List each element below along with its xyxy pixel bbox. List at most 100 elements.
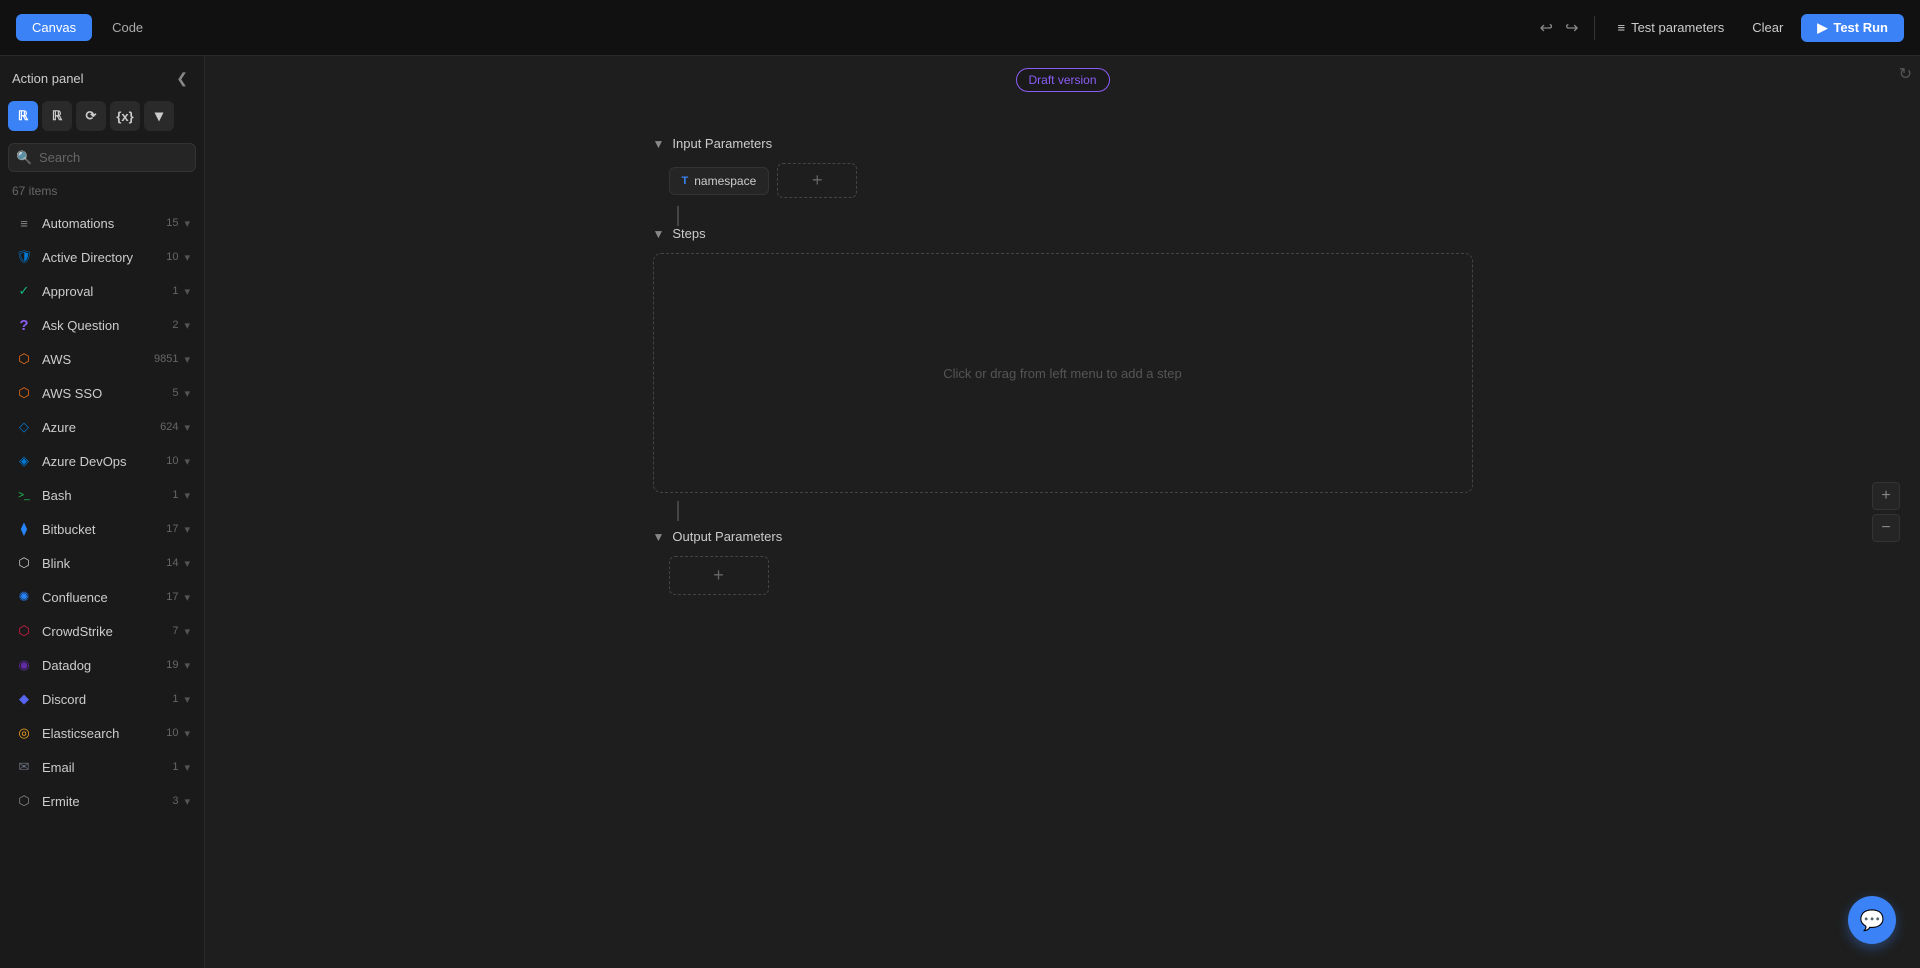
tool-icon-3[interactable]: ⟳ — [76, 101, 106, 131]
sidebar-item-azure-devops[interactable]: ◈ Azure DevOps 10 ▾ — [4, 444, 200, 478]
main-layout: Action panel ❮ ℝ ℝ ⟳ {x} ▾ 🔍 67 items ≡ … — [0, 56, 1920, 968]
connector-line-2 — [677, 501, 679, 521]
approval-icon: ✓ — [14, 281, 34, 301]
sidebar-item-discord[interactable]: ◆ Discord 1 ▾ — [4, 682, 200, 716]
chevron-icon: ▾ — [184, 421, 190, 434]
datadog-icon: ◉ — [14, 655, 34, 675]
sidebar-item-active-directory[interactable]: 🛡 Active Directory 10 ▾ — [4, 240, 200, 274]
chat-icon: 💬 — [1860, 908, 1885, 933]
collapse-sidebar-button[interactable]: ❮ — [172, 68, 192, 89]
tool-icon-1[interactable]: ℝ — [8, 101, 38, 131]
sidebar-item-azure[interactable]: ◇ Azure 624 ▾ — [4, 410, 200, 444]
sidebar-item-bash[interactable]: >_ Bash 1 ▾ — [4, 478, 200, 512]
namespace-param-chip: T namespace — [669, 167, 770, 195]
input-parameters-section: ▼ Input Parameters T namespace + — [653, 136, 1473, 198]
chevron-icon: ▾ — [184, 285, 190, 298]
input-params-chevron[interactable]: ▼ — [653, 137, 665, 151]
ask-question-icon: ? — [14, 315, 34, 335]
sidebar-item-email[interactable]: ✉ Email 1 ▾ — [4, 750, 200, 784]
canvas-area: ↻ Draft version ▼ Input Parameters T nam… — [205, 56, 1920, 968]
test-parameters-button[interactable]: ≡ Test parameters — [1607, 14, 1734, 41]
add-input-param-button[interactable]: + — [777, 163, 857, 198]
chevron-icon: ▾ — [184, 693, 190, 706]
chevron-icon: ▾ — [184, 727, 190, 740]
refresh-icon[interactable]: ↻ — [1899, 64, 1912, 84]
discord-icon: ◆ — [14, 689, 34, 709]
sidebar-item-confluence[interactable]: ✺ Confluence 17 ▾ — [4, 580, 200, 614]
topbar-right: ↩ ↪ ≡ Test parameters Clear ▶ Test Run — [1536, 14, 1904, 42]
output-parameters-section: ▼ Output Parameters + — [653, 529, 1473, 595]
input-params-label: Input Parameters — [672, 136, 772, 151]
input-params-header: ▼ Input Parameters — [653, 136, 1473, 151]
sidebar-title: Action panel — [12, 71, 84, 86]
tab-code[interactable]: Code — [96, 14, 159, 41]
sidebar-header: Action panel ❮ — [0, 56, 204, 97]
chevron-icon: ▾ — [184, 625, 190, 638]
chevron-icon: ▾ — [184, 319, 190, 332]
divider — [1594, 16, 1595, 40]
tool-icon-more[interactable]: ▾ — [144, 101, 174, 131]
chevron-icon: ▾ — [184, 795, 190, 808]
azure-devops-icon: ◈ — [14, 451, 34, 471]
chevron-icon: ▾ — [184, 761, 190, 774]
ermite-icon: ⬡ — [14, 791, 34, 811]
bash-icon: >_ — [14, 485, 34, 505]
search-input[interactable] — [8, 143, 196, 172]
steps-header: ▼ Steps — [653, 226, 1473, 241]
elasticsearch-icon: ◎ — [14, 723, 34, 743]
draft-version-badge: Draft version — [1015, 68, 1109, 92]
sidebar-item-ask-question[interactable]: ? Ask Question 2 ▾ — [4, 308, 200, 342]
steps-section: ▼ Steps Click or drag from left menu to … — [653, 226, 1473, 493]
automations-icon: ≡ — [14, 213, 34, 233]
sidebar-item-ermite[interactable]: ⬡ Ermite 3 ▾ — [4, 784, 200, 818]
chevron-icon: ▾ — [184, 387, 190, 400]
tab-group: Canvas Code — [16, 14, 159, 41]
sidebar-item-datadog[interactable]: ◉ Datadog 19 ▾ — [4, 648, 200, 682]
zoom-out-button[interactable]: − — [1872, 514, 1900, 542]
zoom-in-button[interactable]: + — [1872, 482, 1900, 510]
steps-label: Steps — [672, 226, 705, 241]
sidebar-item-approval[interactable]: ✓ Approval 1 ▾ — [4, 274, 200, 308]
undo-redo-group: ↩ ↪ — [1536, 14, 1583, 42]
connector-line-1 — [677, 206, 679, 226]
sidebar-item-aws[interactable]: ⬡ AWS 9851 ▾ — [4, 342, 200, 376]
crowdstrike-icon: ⬡ — [14, 621, 34, 641]
chevron-icon: ▾ — [184, 557, 190, 570]
output-params-header: ▼ Output Parameters — [653, 529, 1473, 544]
test-run-button[interactable]: ▶ Test Run — [1801, 14, 1904, 42]
output-params-chevron[interactable]: ▼ — [653, 530, 665, 544]
steps-drop-zone[interactable]: Click or drag from left menu to add a st… — [653, 253, 1473, 493]
chat-button[interactable]: 💬 — [1848, 896, 1896, 944]
namespace-param-label: namespace — [694, 174, 756, 188]
steps-chevron[interactable]: ▼ — [653, 227, 665, 241]
active-directory-icon: 🛡 — [14, 247, 34, 267]
search-box: 🔍 — [8, 143, 196, 172]
chevron-icon: ▾ — [184, 455, 190, 468]
chevron-icon: ▾ — [184, 353, 190, 366]
add-output-param-button[interactable]: + — [669, 556, 769, 595]
sidebar-list: ≡ Automations 15 ▾ 🛡 Active Directory 10… — [0, 206, 204, 968]
confluence-icon: ✺ — [14, 587, 34, 607]
list-icon: ≡ — [1617, 20, 1625, 35]
output-params-label: Output Parameters — [672, 529, 782, 544]
aws-sso-icon: ⬡ — [14, 383, 34, 403]
sidebar-item-crowdstrike[interactable]: ⬡ CrowdStrike 7 ▾ — [4, 614, 200, 648]
sidebar-item-blink[interactable]: ⬡ Blink 14 ▾ — [4, 546, 200, 580]
chevron-icon: ▾ — [184, 523, 190, 536]
sidebar-item-elasticsearch[interactable]: ◎ Elasticsearch 10 ▾ — [4, 716, 200, 750]
chevron-icon: ▾ — [184, 489, 190, 502]
sidebar-item-bitbucket[interactable]: ⧫ Bitbucket 17 ▾ — [4, 512, 200, 546]
tool-icon-4[interactable]: {x} — [110, 101, 140, 131]
tab-canvas[interactable]: Canvas — [16, 14, 92, 41]
tool-icon-2[interactable]: ℝ — [42, 101, 72, 131]
chevron-icon: ▾ — [184, 217, 190, 230]
chevron-icon: ▾ — [184, 659, 190, 672]
sidebar-item-automations[interactable]: ≡ Automations 15 ▾ — [4, 206, 200, 240]
bitbucket-icon: ⧫ — [14, 519, 34, 539]
undo-button[interactable]: ↩ — [1536, 14, 1557, 42]
chevron-icon: ▾ — [184, 591, 190, 604]
sidebar-item-aws-sso[interactable]: ⬡ AWS SSO 5 ▾ — [4, 376, 200, 410]
params-row: T namespace + — [653, 163, 1473, 198]
redo-button[interactable]: ↪ — [1561, 14, 1582, 42]
clear-button[interactable]: Clear — [1742, 14, 1793, 41]
